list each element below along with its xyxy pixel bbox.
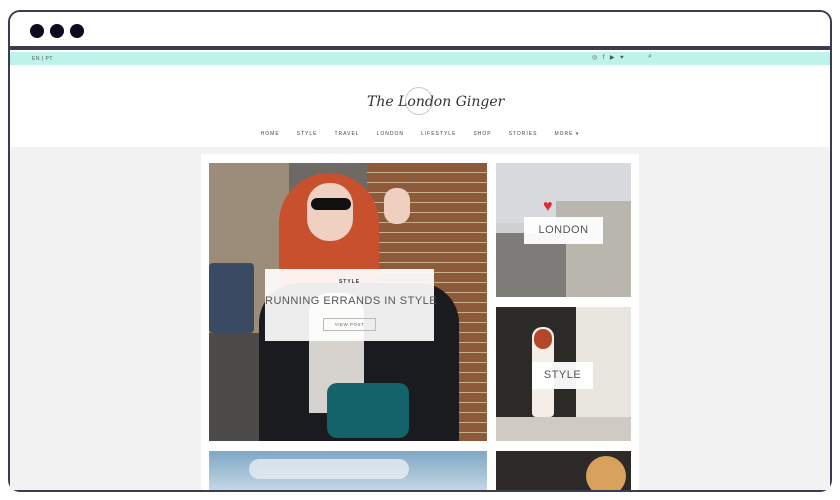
tile-person-hair [534, 329, 552, 349]
london-category-tile[interactable]: ♥ LONDON [496, 163, 631, 297]
tile-label-style[interactable]: STYLE [532, 362, 593, 389]
featured-post-card: STYLE RUNNING ERRANDS IN STYLE VIEW POST [265, 269, 437, 341]
sunglasses [311, 198, 351, 210]
nav-home[interactable]: HOME [261, 131, 280, 137]
tile-building [556, 201, 631, 297]
instagram-icon[interactable]: ◎ [592, 54, 598, 61]
post-title[interactable]: RUNNING ERRANDS IN STYLE [265, 295, 437, 307]
post-thumbnail-food[interactable] [496, 451, 631, 490]
window-dot-icon[interactable] [50, 24, 64, 38]
social-links: ◎ f ▶ ♥ [592, 54, 624, 62]
youtube-icon[interactable]: ▶ [610, 54, 615, 61]
facebook-icon[interactable]: f [603, 55, 605, 61]
nav-more[interactable]: MORE ▾ [554, 131, 579, 137]
nav-stories[interactable]: STORIES [509, 131, 538, 137]
main-nav: HOME STYLE TRAVEL LONDON LIFESTYLE SHOP … [10, 131, 830, 137]
search-icon[interactable]: ⌕ [648, 53, 652, 61]
nav-style[interactable]: STYLE [297, 131, 318, 137]
parked-car [209, 263, 254, 333]
view-post-button[interactable]: VIEW POST [323, 318, 376, 331]
site-logo[interactable]: The London Ginger [367, 85, 505, 121]
model-face [307, 183, 353, 241]
top-bar: EN | PT ◎ f ▶ ♥ ⌕ [10, 52, 830, 65]
post-thumbnail-sky[interactable] [209, 451, 487, 490]
logo-text: The London Ginger [367, 94, 505, 110]
heart-icon: ♥ [543, 198, 553, 215]
cloud [249, 459, 409, 479]
model-hand [384, 188, 410, 224]
post-category[interactable]: STYLE [265, 279, 434, 285]
style-category-tile[interactable]: STYLE [496, 307, 631, 441]
window-titlebar [10, 12, 830, 50]
nav-shop[interactable]: SHOP [473, 131, 491, 137]
food-plate [586, 456, 626, 490]
window-dot-icon[interactable] [70, 24, 84, 38]
nav-london[interactable]: LONDON [377, 131, 404, 137]
featured-post-image[interactable]: STYLE RUNNING ERRANDS IN STYLE VIEW POST [209, 163, 487, 441]
tile-label-london[interactable]: LONDON [524, 217, 603, 244]
tile-steps [496, 417, 631, 441]
window-dot-icon[interactable] [30, 24, 44, 38]
nav-travel[interactable]: TRAVEL [335, 131, 360, 137]
site-header: The London Ginger HOME STYLE TRAVEL LOND… [10, 65, 830, 147]
nav-lifestyle[interactable]: LIFESTYLE [421, 131, 456, 137]
teal-handbag [327, 383, 409, 438]
language-switcher[interactable]: EN | PT [32, 56, 53, 62]
twitter-icon[interactable]: ♥ [620, 55, 624, 61]
